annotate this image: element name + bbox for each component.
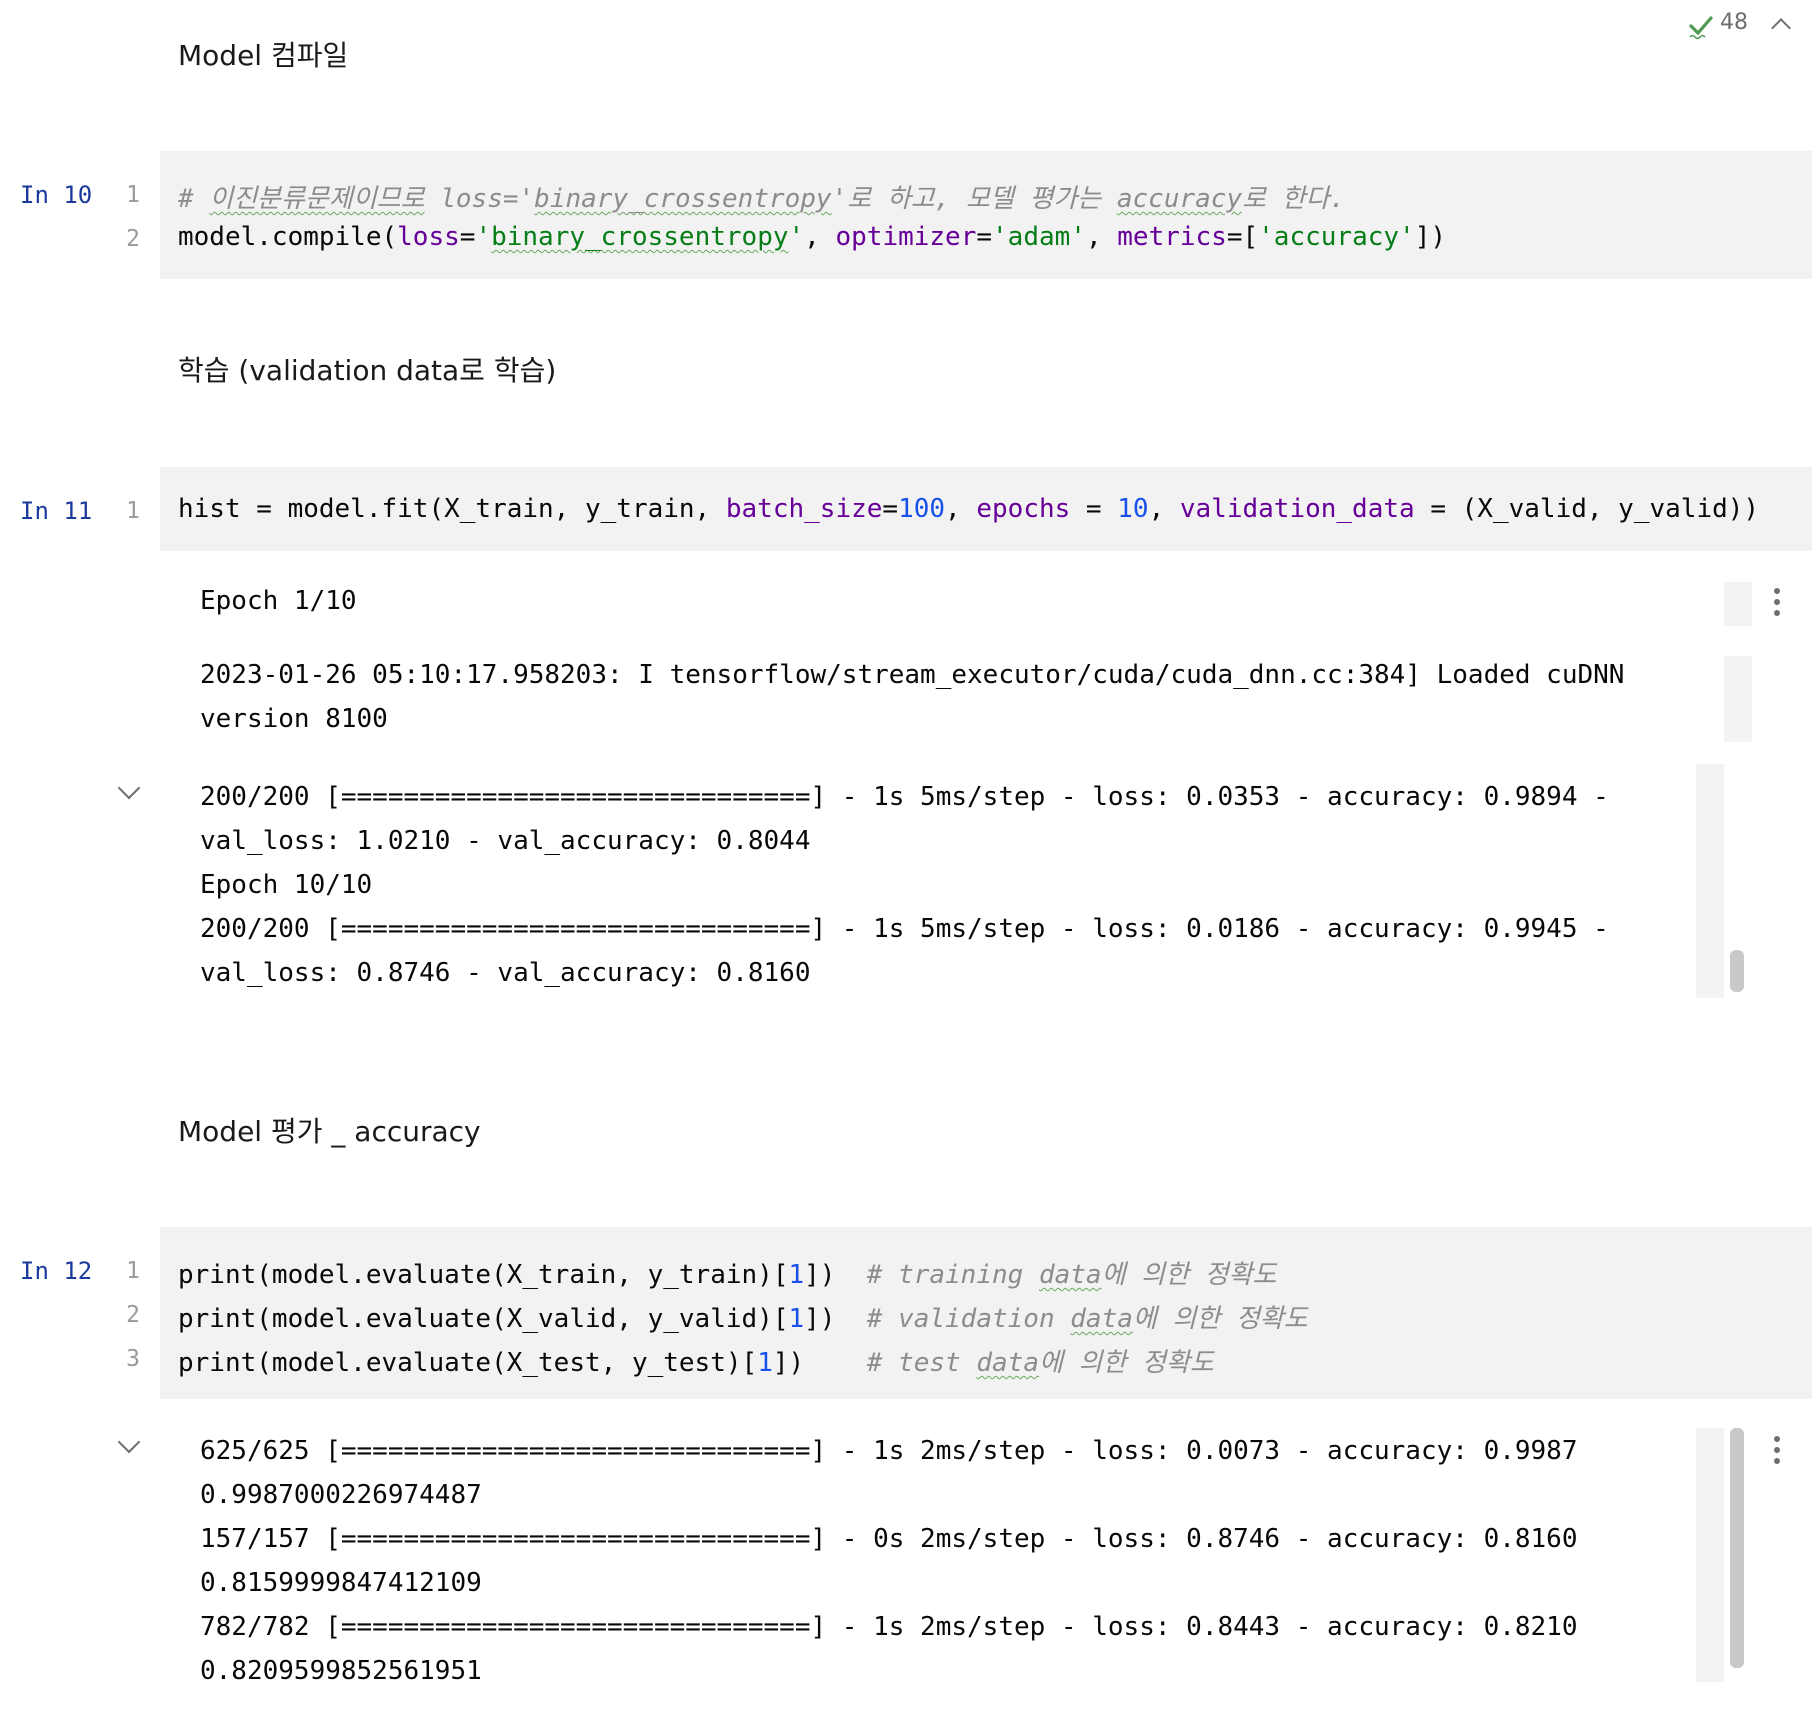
cell-prompt-12: In 12 xyxy=(20,1257,93,1285)
code-line[interactable]: hist = model.fit(X_train, y_train, batch… xyxy=(178,494,1759,524)
output-scrollbar[interactable] xyxy=(1724,582,1752,626)
output-menu-icon[interactable] xyxy=(1774,588,1780,621)
collapse-output-icon[interactable] xyxy=(117,776,141,800)
output-line: val_loss: 1.0210 - val_accuracy: 0.8044 xyxy=(200,826,811,856)
output-line: 0.9987000226974487 xyxy=(200,1480,482,1510)
inspection-count: 48 xyxy=(1720,10,1748,35)
cell-prompt-11: In 11 xyxy=(20,497,93,525)
output-scrollbar[interactable] xyxy=(1696,764,1724,998)
line-number: 1 xyxy=(126,498,140,524)
markdown-heading-compile: Model 컴파일 xyxy=(178,39,349,72)
output-scrollbar[interactable] xyxy=(1724,656,1752,742)
output-line: 625/625 [==============================]… xyxy=(200,1436,1578,1466)
output-line: 0.8209599852561951 xyxy=(200,1656,482,1686)
collapse-output-icon[interactable] xyxy=(117,1430,141,1454)
output-log-line: version 8100 xyxy=(200,704,388,734)
output-line: val_loss: 0.8746 - val_accuracy: 0.8160 xyxy=(200,958,811,988)
output-line: 157/157 [==============================]… xyxy=(200,1524,1578,1554)
output-scroll-area[interactable]: Epoch 9/10 200/200 [====================… xyxy=(160,752,1720,998)
output-scrollbar-thumb[interactable] xyxy=(1730,1428,1744,1668)
markdown-heading-train: 학습 (validation data로 학습) xyxy=(178,354,557,387)
check-icon xyxy=(1689,16,1713,40)
code-comment: # training data에 의한 정확도 xyxy=(866,1260,1277,1290)
output-scrollbar-thumb[interactable] xyxy=(1730,950,1744,992)
inspection-widget[interactable]: 48 xyxy=(1688,8,1798,42)
code-line[interactable]: model.compile(loss='binary_crossentropy'… xyxy=(178,222,1446,252)
code-comment: # 이진분류문제이므로 loss='binary_crossentropy'로 … xyxy=(178,184,1346,214)
cell-prompt-10: In 10 xyxy=(20,181,93,209)
output-line: 0.8159999847412109 xyxy=(200,1568,482,1598)
line-number: 3 xyxy=(126,1346,140,1372)
code-line[interactable]: print(model.evaluate(X_test, y_test)[1])… xyxy=(178,1342,1214,1379)
chevron-up-icon[interactable] xyxy=(1771,18,1791,38)
output-log-line: 2023-01-26 05:10:17.958203: I tensorflow… xyxy=(200,660,1625,690)
code-comment: # validation data에 의한 정확도 xyxy=(866,1304,1308,1334)
line-number: 2 xyxy=(126,226,140,252)
output-scrollbar[interactable] xyxy=(1696,1428,1724,1682)
code-line[interactable]: print(model.evaluate(X_train, y_train)[1… xyxy=(178,1254,1276,1291)
line-number: 1 xyxy=(126,1258,140,1284)
output-line: 200/200 [==============================]… xyxy=(200,914,1609,944)
code-cell-10[interactable] xyxy=(160,151,1812,279)
output-menu-icon[interactable] xyxy=(1774,1436,1780,1469)
output-epoch-line: Epoch 1/10 xyxy=(200,586,357,616)
output-line: Epoch 10/10 xyxy=(200,870,373,900)
markdown-heading-evaluate: Model 평가 _ accuracy xyxy=(178,1115,481,1148)
line-number: 1 xyxy=(126,182,140,208)
code-comment: # test data에 의한 정확도 xyxy=(866,1348,1214,1378)
code-line[interactable]: print(model.evaluate(X_valid, y_valid)[1… xyxy=(178,1298,1308,1335)
output-line: 782/782 [==============================]… xyxy=(200,1612,1578,1642)
output-line: 200/200 [==============================]… xyxy=(200,782,1609,812)
line-number: 2 xyxy=(126,1302,140,1328)
code-line[interactable]: # 이진분류문제이므로 loss='binary_crossentropy'로 … xyxy=(178,178,1345,215)
